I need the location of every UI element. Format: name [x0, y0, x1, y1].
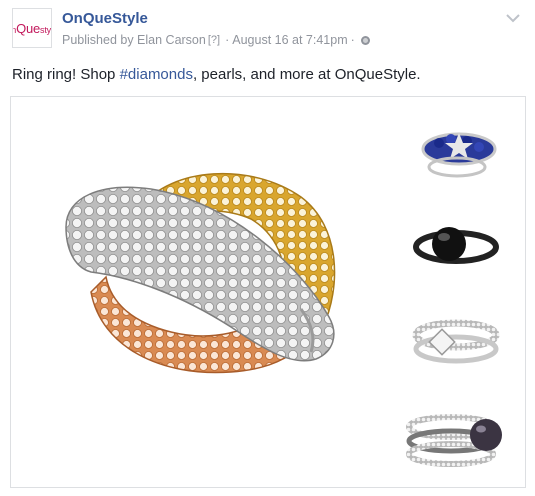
thumbnail-sapphire-ring[interactable] — [421, 132, 497, 178]
post-photo[interactable] — [10, 96, 526, 488]
message-text: Ring ring! Shop — [12, 66, 120, 83]
post-meta: Published by Elan Carson [?] · August 16… — [62, 33, 370, 47]
meta-separator: · — [225, 33, 230, 47]
post-message: Ring ring! Shop #diamonds, pearls, and m… — [12, 66, 421, 83]
page-name-link[interactable]: OnQueStyle — [62, 10, 148, 27]
hashtag-link[interactable]: #diamonds — [120, 66, 193, 83]
thumbnail-black-pearl-ring[interactable] — [406, 414, 502, 467]
thumbnail-princess-cut-ring[interactable] — [412, 319, 500, 364]
facebook-post: onQuestyle OnQueStyle Published by Elan … — [0, 0, 535, 496]
thumbnail-black-onyx-ring[interactable] — [413, 227, 499, 264]
main-ring-image — [65, 172, 336, 374]
message-text: , pearls, and more at OnQueStyle. — [192, 66, 421, 83]
help-marker[interactable]: [?] — [208, 34, 220, 46]
avatar[interactable]: onQuestyle — [12, 8, 52, 48]
chevron-down-icon[interactable] — [505, 12, 521, 24]
meta-separator: · — [350, 33, 355, 47]
globe-icon[interactable] — [360, 35, 370, 45]
post-header: onQuestyle OnQueStyle Published by Elan … — [12, 8, 523, 56]
avatar-logo: onQuestyle — [13, 20, 51, 36]
post-date-link[interactable]: August 16 at 7:41pm — [232, 33, 347, 47]
published-by[interactable]: Published by Elan Carson — [62, 33, 206, 47]
